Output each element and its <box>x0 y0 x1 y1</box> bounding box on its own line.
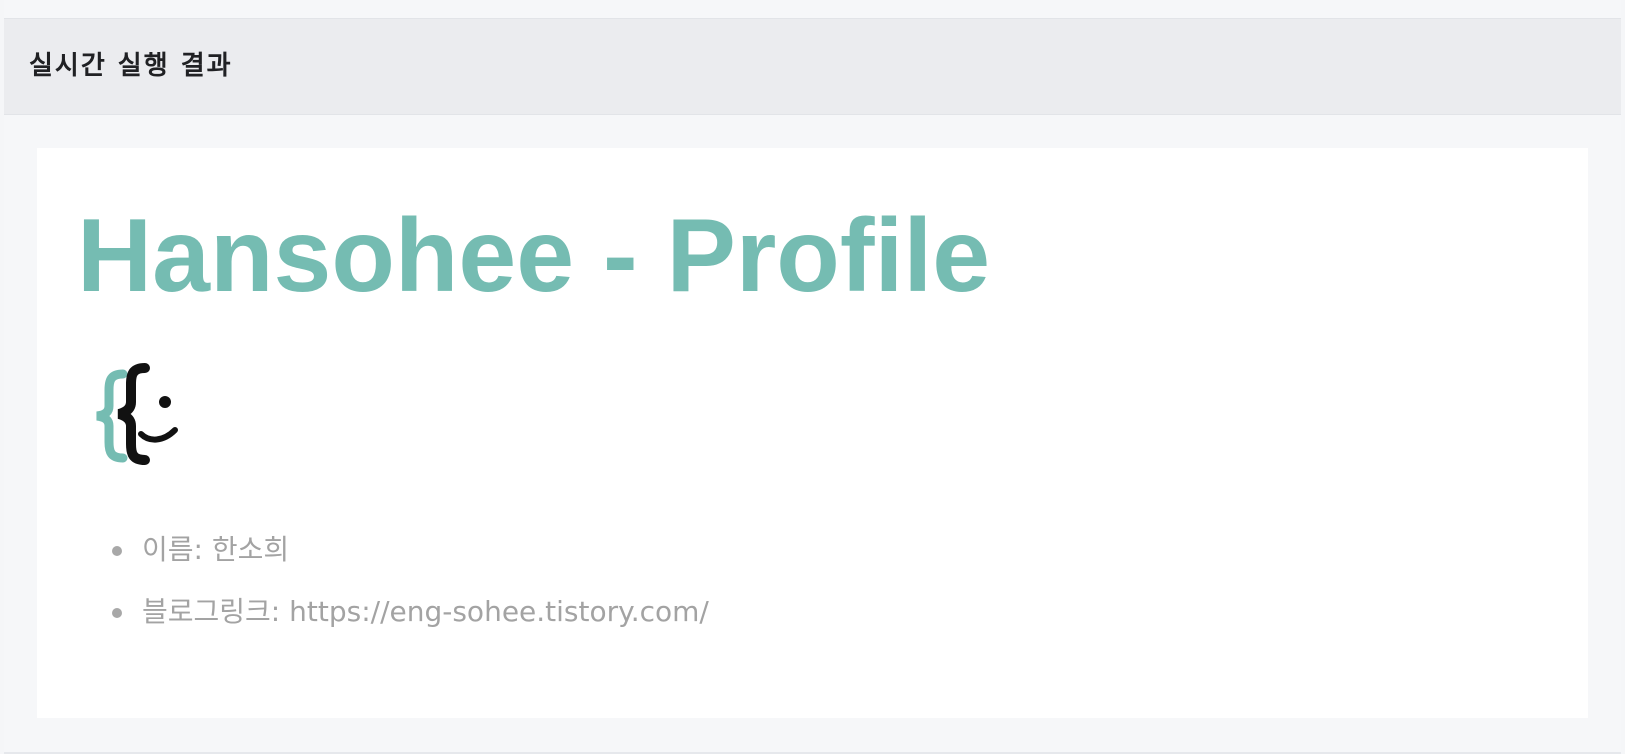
name-text: 이름: 한소희 <box>142 533 290 566</box>
panel-header: 실시간 실행 결과 <box>4 18 1621 115</box>
profile-info-list: 이름: 한소희 블로그링크: https://eng-sohee.tistory… <box>112 531 709 655</box>
result-viewport: Hansohee - Profile 이름: 한소희 블로그링크: https:… <box>37 148 1588 718</box>
list-item-name: 이름: 한소희 <box>112 531 709 593</box>
page-title: Hansohee - Profile <box>77 198 991 314</box>
curly-brace-smile-logo-icon <box>87 360 187 470</box>
bullet-icon <box>112 608 122 618</box>
list-item-blog-link: 블로그링크: https://eng-sohee.tistory.com/ <box>112 593 709 655</box>
panel-title: 실시간 실행 결과 <box>29 51 233 81</box>
blog-link-text: 블로그링크: https://eng-sohee.tistory.com/ <box>142 595 709 628</box>
bullet-icon <box>112 546 122 556</box>
